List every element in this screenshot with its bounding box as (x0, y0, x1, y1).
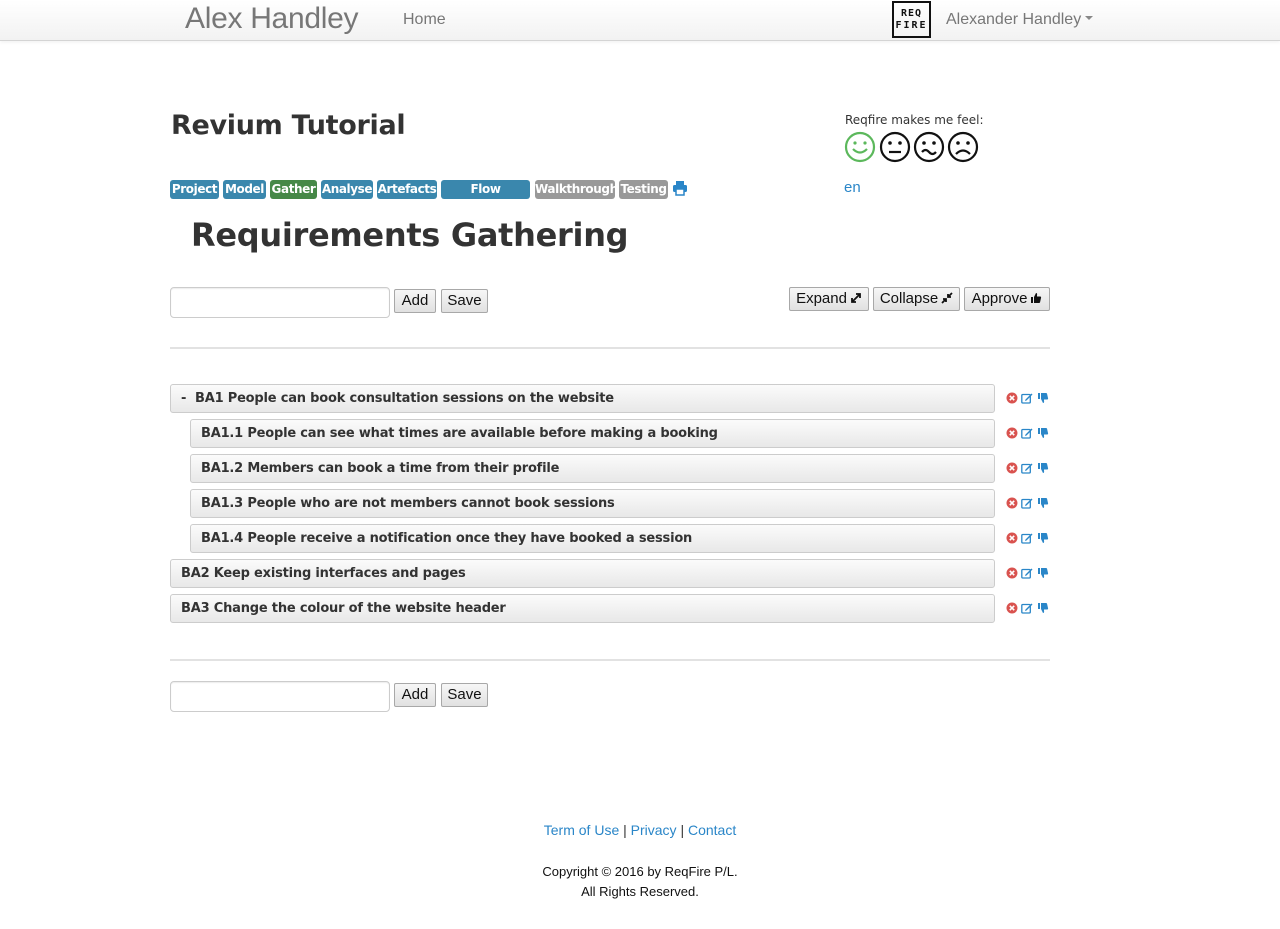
thumbs-down-icon[interactable] (1037, 392, 1049, 404)
save-button-top[interactable]: Save (441, 289, 488, 313)
edit-icon[interactable] (1021, 497, 1033, 509)
confused-face-icon[interactable] (913, 131, 945, 163)
logo-text-bottom: FIRE (895, 20, 928, 31)
save-button-bottom[interactable]: Save (441, 683, 488, 707)
requirement-text: BA2 Keep existing interfaces and pages (181, 566, 466, 581)
collapse-toggle[interactable]: - (181, 385, 195, 413)
print-icon[interactable] (672, 180, 688, 196)
tab-flow-designer[interactable]: Flow Designer (441, 180, 530, 215)
tab-project[interactable]: Project (170, 180, 219, 199)
delete-icon[interactable] (1006, 532, 1018, 544)
requirement-row-ba3[interactable]: BA3 Change the colour of the website hea… (170, 594, 995, 623)
row-action-icons (1006, 392, 1050, 406)
edit-icon[interactable] (1021, 392, 1033, 404)
brand-link[interactable]: Alex Handley (185, 2, 358, 36)
nav-home-link[interactable]: Home (403, 11, 446, 29)
section-title: Requirements Gathering (191, 216, 629, 254)
approve-button[interactable]: Approve (964, 287, 1050, 311)
row-action-icons (1006, 427, 1050, 441)
caret-down-icon (1085, 16, 1094, 21)
expand-label: Expand (796, 290, 847, 307)
delete-icon[interactable] (1006, 497, 1018, 509)
tab-model[interactable]: Model (223, 180, 266, 199)
requirement-row-ba2[interactable]: BA2 Keep existing interfaces and pages (170, 559, 995, 588)
contact-link[interactable]: Contact (688, 822, 736, 838)
row-action-icons (1006, 462, 1050, 476)
happy-face-icon[interactable] (844, 131, 876, 163)
edit-icon[interactable] (1021, 427, 1033, 439)
requirement-input-top[interactable] (170, 287, 390, 318)
feedback-label: Reqfire makes me feel: (845, 113, 984, 127)
row-action-icons (1006, 567, 1050, 581)
add-button-top[interactable]: Add (394, 289, 436, 313)
requirement-row-ba1-1[interactable]: BA1.1 People can see what times are avai… (190, 419, 995, 448)
requirement-text: BA1 People can book consultation session… (195, 391, 614, 406)
approve-label: Approve (971, 290, 1028, 307)
requirement-row-ba1-3[interactable]: BA1.3 People who are not members cannot … (190, 489, 995, 518)
edit-icon[interactable] (1021, 602, 1033, 614)
tab-walkthrough[interactable]: Walkthrough (535, 180, 618, 199)
requirement-input-bottom[interactable] (170, 681, 390, 712)
delete-icon[interactable] (1006, 462, 1018, 474)
add-button-bottom[interactable]: Add (394, 683, 436, 707)
requirement-row-ba1-2[interactable]: BA1.2 Members can book a time from their… (190, 454, 995, 483)
thumbs-down-icon[interactable] (1037, 497, 1049, 509)
language-link[interactable]: en (844, 179, 861, 196)
project-title: Revium Tutorial (171, 110, 406, 141)
sad-face-icon[interactable] (947, 131, 979, 163)
requirement-text: BA1.2 Members can book a time from their… (201, 461, 560, 476)
terms-link[interactable]: Term of Use (544, 822, 619, 838)
edit-icon[interactable] (1021, 567, 1033, 579)
logo-text-top: REQ (900, 8, 923, 19)
footer-separator: | (623, 822, 627, 838)
copyright: Copyright © 2016 by ReqFire P/L. All Rig… (0, 862, 1280, 902)
row-action-icons (1006, 532, 1050, 546)
user-name: Alexander Handley (946, 11, 1082, 28)
edit-icon[interactable] (1021, 462, 1033, 474)
user-menu-dropdown[interactable]: Alexander Handley (946, 11, 1094, 29)
requirement-text: BA1.3 People who are not members cannot … (201, 496, 615, 511)
requirement-row-ba1[interactable]: - BA1 People can book consultation sessio… (170, 384, 995, 413)
collapse-button[interactable]: Collapse (873, 287, 960, 311)
requirement-text: BA1.1 People can see what times are avai… (201, 426, 718, 441)
expand-button[interactable]: Expand (789, 287, 869, 311)
edit-icon[interactable] (1021, 532, 1033, 544)
row-action-icons (1006, 602, 1050, 616)
footer-separator: | (680, 822, 685, 838)
thumbs-down-icon[interactable] (1037, 462, 1049, 474)
thumbs-down-icon[interactable] (1037, 567, 1049, 579)
thumbs-down-icon[interactable] (1037, 602, 1049, 614)
expand-icon (851, 293, 861, 303)
tab-artefacts[interactable]: Artefacts (377, 180, 437, 199)
privacy-link[interactable]: Privacy (631, 822, 677, 838)
footer-links: Term of Use | Privacy | Contact (0, 822, 1280, 838)
copyright-text: Copyright © 2016 by ReqFire P/L. (542, 864, 738, 879)
tab-testing[interactable]: Testing (619, 180, 668, 199)
collapse-icon (941, 292, 953, 304)
requirement-text: BA1.4 People receive a notification once… (201, 531, 693, 546)
thumbs-up-icon (1031, 293, 1042, 303)
requirement-text: BA3 Change the colour of the website hea… (181, 601, 506, 616)
tab-gather[interactable]: Gather (270, 180, 317, 199)
delete-icon[interactable] (1006, 392, 1018, 404)
tab-analyse[interactable]: Analyse (321, 180, 373, 199)
thumbs-down-icon[interactable] (1037, 532, 1049, 544)
row-action-icons (1006, 497, 1050, 511)
requirement-row-ba1-4[interactable]: BA1.4 People receive a notification once… (190, 524, 995, 553)
delete-icon[interactable] (1006, 602, 1018, 614)
divider-top (170, 347, 1050, 349)
delete-icon[interactable] (1006, 567, 1018, 579)
top-navbar: Alex Handley Home REQ FIRE Alexander Han… (0, 0, 1280, 41)
rights-text: All Rights Reserved. (581, 884, 699, 899)
delete-icon[interactable] (1006, 427, 1018, 439)
divider-bottom (170, 659, 1050, 661)
neutral-face-icon[interactable] (879, 131, 911, 163)
thumbs-down-icon[interactable] (1037, 427, 1049, 439)
collapse-label: Collapse (879, 290, 939, 307)
reqfire-logo[interactable]: REQ FIRE (892, 1, 931, 38)
